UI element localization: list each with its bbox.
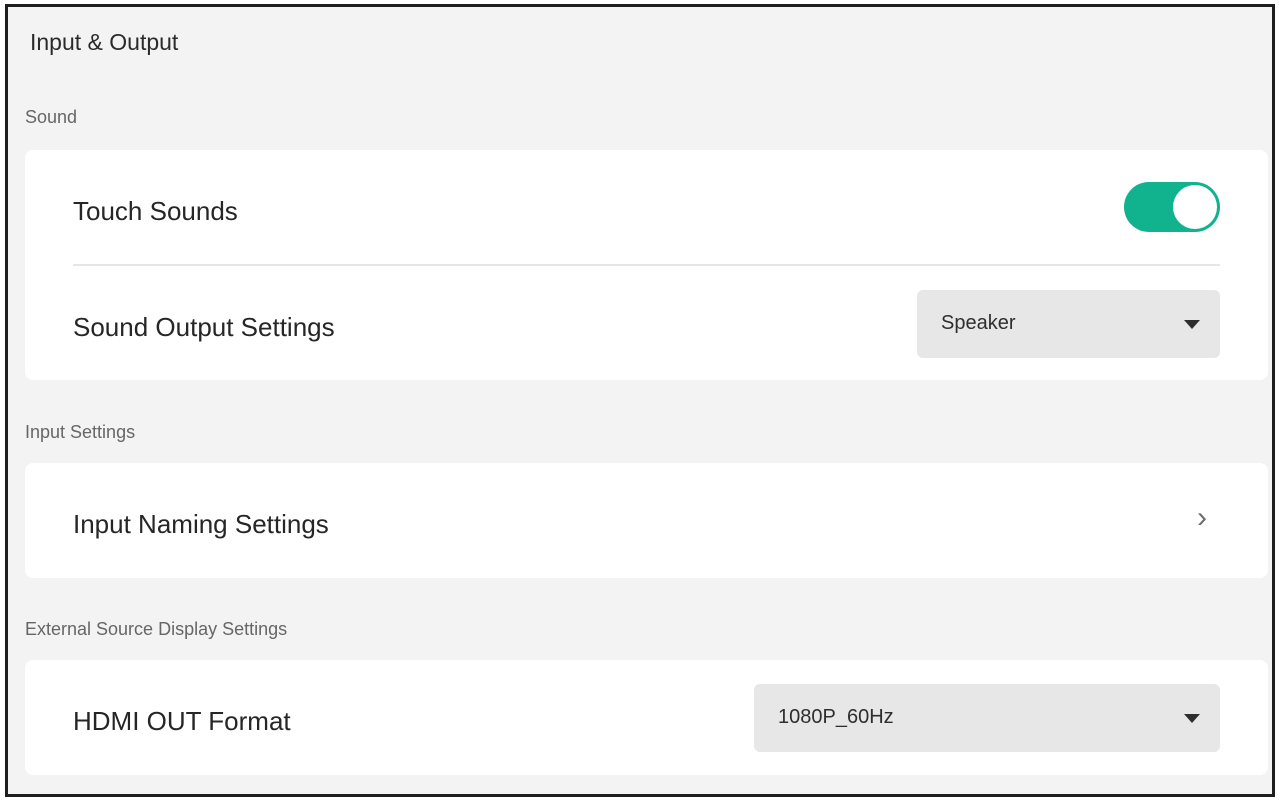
divider [73, 264, 1220, 266]
section-label-sound: Sound [25, 107, 78, 127]
input-settings-card: Input Naming Settings › [25, 463, 1268, 578]
hdmi-out-format-dropdown[interactable]: 1080P_60Hz [754, 684, 1220, 752]
touch-sounds-label: Touch Sounds [73, 196, 238, 226]
touch-sounds-toggle[interactable] [1124, 182, 1220, 232]
toggle-knob [1173, 185, 1217, 229]
hdmi-out-format-value: 1080P_60Hz [778, 706, 894, 728]
hdmi-out-format-label: HDMI OUT Format [73, 706, 291, 736]
settings-window: Input & Output Sound Touch Sounds Sound … [5, 4, 1275, 797]
input-naming-settings-row[interactable] [25, 463, 1268, 578]
section-label-external-source: External Source Display Settings [25, 619, 288, 639]
page-title: Input & Output [30, 29, 179, 55]
sound-output-dropdown[interactable]: Speaker [917, 290, 1220, 358]
external-source-card: HDMI OUT Format 1080P_60Hz [25, 660, 1268, 775]
caret-down-icon [1184, 714, 1200, 723]
caret-down-icon [1184, 320, 1200, 329]
sound-card: Touch Sounds Sound Output Settings Speak… [25, 150, 1268, 380]
section-label-input-settings: Input Settings [25, 422, 136, 442]
sound-output-settings-label: Sound Output Settings [73, 312, 335, 342]
sound-output-value: Speaker [941, 312, 1016, 334]
